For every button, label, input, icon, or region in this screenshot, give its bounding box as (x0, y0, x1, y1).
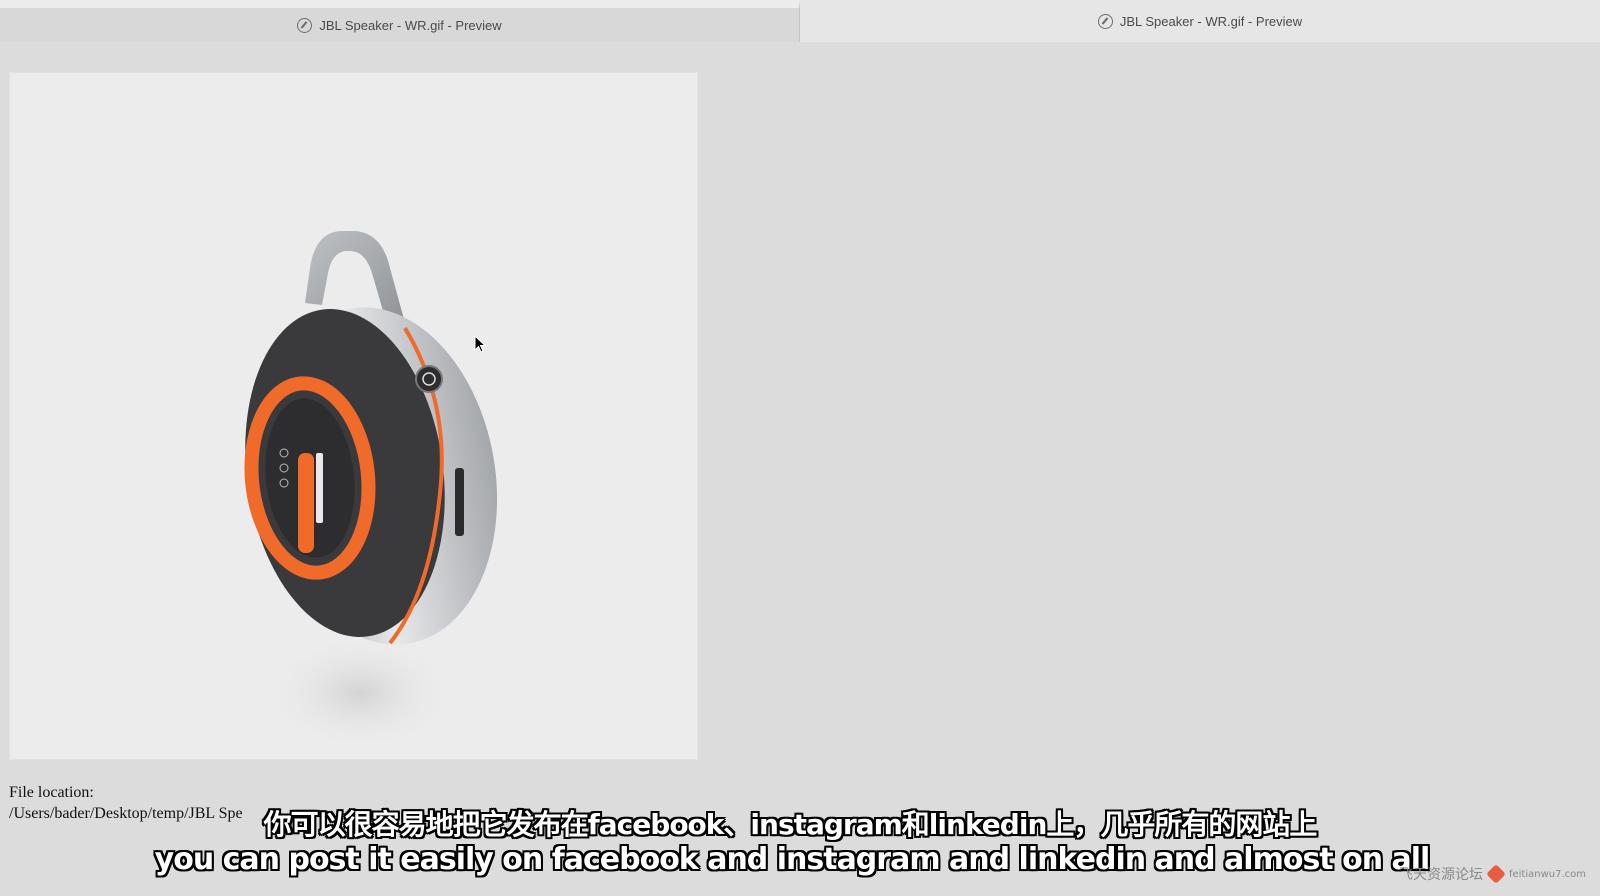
tab-bar: JBL Speaker - WR.gif - Preview JBL Speak… (0, 0, 1600, 42)
jbl-speaker-image (244, 231, 498, 753)
preview-compass-icon (1097, 13, 1113, 29)
tab-jbl-speaker-preview-1[interactable]: JBL Speaker - WR.gif - Preview (0, 0, 800, 42)
preview-compass-icon (297, 17, 313, 33)
file-location-label: File location: (9, 784, 94, 801)
mouse-cursor-icon (474, 335, 487, 353)
watermark-logo-icon (1486, 864, 1506, 884)
gif-preview-image (10, 73, 697, 759)
speaker-power-button (415, 365, 443, 393)
watermark: 飞天资源论坛 feitianwu7.com (1399, 864, 1586, 884)
tab-jbl-speaker-preview-2[interactable]: JBL Speaker - WR.gif - Preview (800, 0, 1600, 42)
speaker-side-port (455, 468, 464, 536)
floor-shadow (265, 633, 455, 753)
subtitle-chinese: 你可以很容易地把它发布在facebook、instagram和linkedin上… (263, 808, 1318, 841)
watermark-url: feitianwu7.com (1508, 868, 1586, 880)
subtitle-english: you can post it easily on facebook and i… (154, 842, 1431, 877)
watermark-text: 飞天资源论坛 (1398, 867, 1483, 883)
tab-title: JBL Speaker - WR.gif - Preview (1119, 13, 1303, 29)
tab-title: JBL Speaker - WR.gif - Preview (319, 17, 502, 33)
